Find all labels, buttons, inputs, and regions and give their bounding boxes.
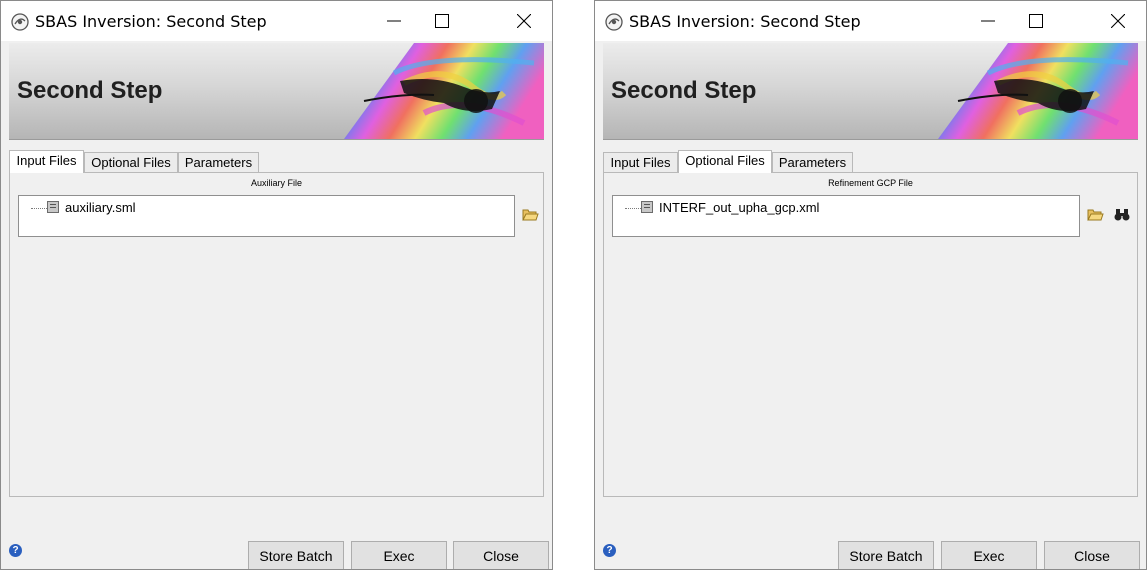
tab-panel: Refinement GCP File INTERF_out_upha_gcp.…: [603, 172, 1138, 497]
title-bar[interactable]: SBAS Inversion: Second Step: [1, 1, 552, 41]
exec-button[interactable]: Exec: [941, 541, 1037, 569]
store-batch-button[interactable]: Store Batch: [838, 541, 934, 569]
file-tree[interactable]: INTERF_out_upha_gcp.xml: [612, 195, 1080, 237]
title-bar[interactable]: SBAS Inversion: Second Step: [595, 1, 1146, 41]
tab-parameters[interactable]: Parameters: [772, 152, 853, 172]
section-label: Refinement GCP File: [828, 178, 913, 188]
close-button[interactable]: Close: [1044, 541, 1140, 569]
file-tree[interactable]: auxiliary.sml: [18, 195, 515, 237]
app-icon: [605, 13, 623, 31]
file-entry[interactable]: INTERF_out_upha_gcp.xml: [659, 200, 819, 215]
window-title: SBAS Inversion: Second Step: [629, 12, 861, 31]
section-label: Auxiliary File: [250, 178, 302, 188]
tab-parameters[interactable]: Parameters: [178, 152, 259, 172]
tree-connector: [31, 208, 47, 209]
dialog-window-optional-files: SBAS Inversion: Second Step Second Step …: [594, 0, 1147, 570]
file-entry[interactable]: auxiliary.sml: [65, 200, 136, 215]
window-title: SBAS Inversion: Second Step: [35, 12, 267, 31]
maximize-button[interactable]: [419, 1, 465, 41]
close-button[interactable]: Close: [453, 541, 549, 569]
tab-optional-files[interactable]: Optional Files: [84, 152, 178, 172]
close-window-button[interactable]: [501, 1, 547, 41]
binoculars-icon[interactable]: [1113, 205, 1131, 223]
help-icon[interactable]: ?: [603, 544, 616, 557]
minimize-button[interactable]: [371, 1, 417, 41]
folder-open-icon[interactable]: [521, 205, 539, 223]
header-banner: Second Step: [9, 43, 544, 140]
tab-panel: Auxiliary File auxiliary.sml: [9, 172, 544, 497]
exec-button[interactable]: Exec: [351, 541, 447, 569]
banner-title: Second Step: [17, 77, 163, 104]
header-banner: Second Step: [603, 43, 1138, 140]
file-icon: [641, 201, 653, 213]
file-icon: [47, 201, 59, 213]
maximize-button[interactable]: [1013, 1, 1059, 41]
tab-input-files[interactable]: Input Files: [9, 150, 84, 173]
help-icon[interactable]: ?: [9, 544, 22, 557]
close-window-button[interactable]: [1095, 1, 1141, 41]
interferogram-image: [938, 43, 1138, 139]
tree-connector: [625, 208, 641, 209]
minimize-button[interactable]: [965, 1, 1011, 41]
store-batch-button[interactable]: Store Batch: [248, 541, 344, 569]
tab-input-files[interactable]: Input Files: [603, 152, 678, 172]
dialog-window-input-files: SBAS Inversion: Second Step Second Step …: [0, 0, 553, 570]
app-icon: [11, 13, 29, 31]
banner-title: Second Step: [611, 77, 757, 104]
tab-optional-files[interactable]: Optional Files: [678, 150, 772, 173]
interferogram-image: [344, 43, 544, 139]
folder-open-icon[interactable]: [1086, 205, 1104, 223]
